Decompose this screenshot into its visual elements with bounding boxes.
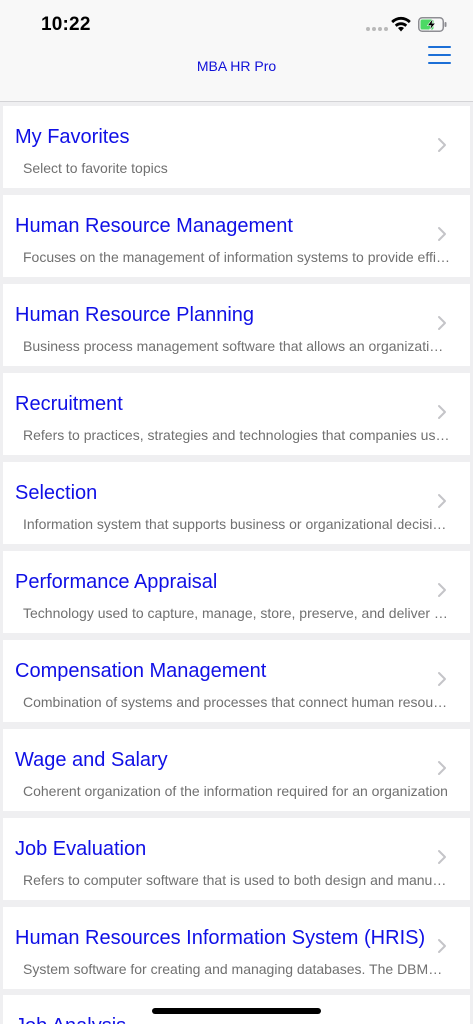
chevron-right-icon — [438, 316, 446, 330]
list-item-my-favorites[interactable]: My Favorites Select to favorite topics — [3, 106, 470, 188]
list-item-title: Human Resource Planning — [15, 304, 255, 326]
chevron-right-icon — [438, 227, 446, 241]
list-item-subtitle: System software for creating and managin… — [23, 961, 450, 977]
list-item-subtitle: Coherent organization of the information… — [23, 783, 448, 799]
hamburger-menu-icon[interactable] — [426, 46, 454, 70]
chevron-right-icon — [438, 583, 446, 597]
list-item-job-evaluation[interactable]: Job Evaluation Refers to computer softwa… — [3, 818, 470, 900]
page-title: MBA HR Pro — [196, 58, 277, 74]
list-item-human-resource-planning[interactable]: Human Resource Planning Business process… — [3, 284, 470, 366]
navigation-bar: MBA HR Pro — [0, 46, 473, 102]
list-item-hris[interactable]: Human Resources Information System (HRIS… — [3, 907, 470, 989]
chevron-right-icon — [438, 939, 446, 953]
list-item-wage-and-salary[interactable]: Wage and Salary Coherent organization of… — [3, 729, 470, 811]
list-item-title: Wage and Salary — [15, 749, 168, 771]
list-item-subtitle: Technology used to capture, manage, stor… — [23, 605, 450, 621]
list-item-title: Compensation Management — [15, 660, 267, 682]
list-item-human-resource-management[interactable]: Human Resource Management Focuses on the… — [3, 195, 470, 277]
list-item-title: My Favorites — [15, 126, 130, 148]
list-item-subtitle: Refers to practices, strategies and tech… — [23, 427, 450, 443]
cellular-signal-icon — [366, 27, 388, 31]
chevron-right-icon — [438, 761, 446, 775]
list-item-subtitle: Refers to computer software that is used… — [23, 872, 450, 888]
list-item-title: Job Evaluation — [15, 838, 147, 860]
chevron-right-icon — [438, 494, 446, 508]
list-item-subtitle: Select to favorite topics — [23, 160, 168, 176]
list-item-compensation-management[interactable]: Compensation Management Combination of s… — [3, 640, 470, 722]
list-item-title: Human Resource Management — [15, 215, 293, 237]
chevron-right-icon — [438, 138, 446, 152]
list-item-title: Job Analysis — [15, 1015, 126, 1024]
status-bar: 10:22 — [0, 0, 473, 48]
list-item-title: Selection — [15, 482, 98, 504]
battery-charging-icon — [418, 17, 447, 32]
list-item-title: Human Resources Information System (HRIS… — [15, 927, 426, 949]
list-item-title: Performance Appraisal — [15, 571, 218, 593]
list-item-title: Recruitment — [15, 393, 123, 415]
chevron-right-icon — [438, 672, 446, 686]
list-item-selection[interactable]: Selection Information system that suppor… — [3, 462, 470, 544]
list-item-subtitle: Business process management software tha… — [23, 338, 450, 354]
wifi-icon — [391, 16, 411, 32]
list-item-subtitle: Information system that supports busines… — [23, 516, 450, 532]
list-item-performance-appraisal[interactable]: Performance Appraisal Technology used to… — [3, 551, 470, 633]
chevron-right-icon — [438, 405, 446, 419]
list-item-subtitle: Combination of systems and processes tha… — [23, 694, 450, 710]
home-indicator[interactable] — [152, 1008, 321, 1014]
list-item-recruitment[interactable]: Recruitment Refers to practices, strateg… — [3, 373, 470, 455]
status-time: 10:22 — [41, 14, 91, 35]
list-item-subtitle: Focuses on the management of information… — [23, 249, 450, 265]
chevron-right-icon — [438, 850, 446, 864]
